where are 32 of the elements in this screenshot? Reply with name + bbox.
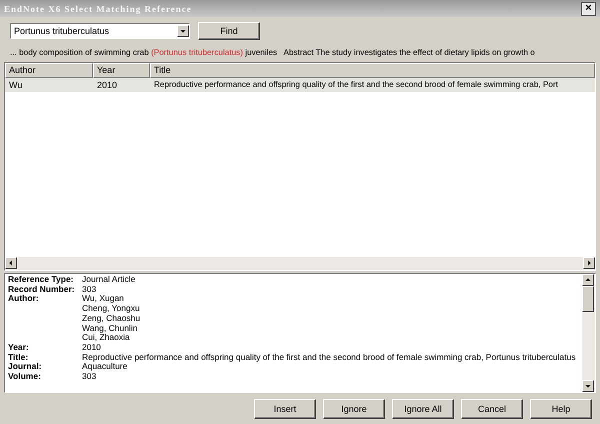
find-button[interactable]: Find: [198, 22, 260, 40]
field-value: 2010: [82, 342, 102, 353]
field-label: Reference Type:: [8, 275, 75, 285]
result-row[interactable]: Wu 2010 Reproductive performance and offspring quality of the first and the second brood of female swimming crab, Port: [5, 78, 595, 92]
column-header[interactable]: Year: [93, 63, 150, 78]
field-label: Title:: [8, 352, 30, 362]
cancel-button[interactable]: Cancel: [461, 399, 523, 419]
field-value: Wang, Chunlin: [82, 324, 138, 333]
field-value: Aquaculture: [82, 362, 128, 372]
field-label: Journal:: [8, 362, 43, 372]
ignore-button[interactable]: Ignore: [323, 399, 385, 419]
search-combobox[interactable]: Portunus trituberculatus: [10, 23, 190, 39]
field-label: Year:: [8, 342, 30, 353]
column-header[interactable]: Author: [5, 63, 93, 78]
field-label: Author:: [8, 294, 40, 304]
field-value: Reproductive performance and offspring quality of the first and the second brood of female swimming crab, Portunus trituberculatus: [82, 352, 577, 362]
close-button[interactable]: ×: [581, 2, 596, 16]
field-value: Journal Article: [82, 275, 136, 285]
insert-button[interactable]: Insert: [254, 399, 316, 419]
help-button[interactable]: Help: [530, 399, 592, 419]
ignore-all-button[interactable]: Ignore All: [392, 399, 454, 419]
window-title: EndNote X6 Select Matching Reference: [4, 4, 192, 14]
field-value: Cui, Zhaoxia: [82, 333, 131, 343]
field-value: Zeng, Chaoshu: [82, 314, 142, 324]
column-header[interactable]: Title: [150, 63, 595, 78]
field-label: Volume:: [8, 372, 42, 382]
field-value: 303: [82, 372, 98, 382]
field-value: Cheng, Yongxu: [82, 304, 141, 314]
abstract-snippet: ... body composition of swimming crab (Portunus trituberculatus) juveniles Abstract The study investigates the effect of dietary lipids on growth o: [9, 47, 536, 59]
field-label: Record Number:: [8, 284, 76, 294]
field-value: 303: [82, 284, 98, 294]
field-value: Wu, Xugan: [82, 294, 125, 304]
